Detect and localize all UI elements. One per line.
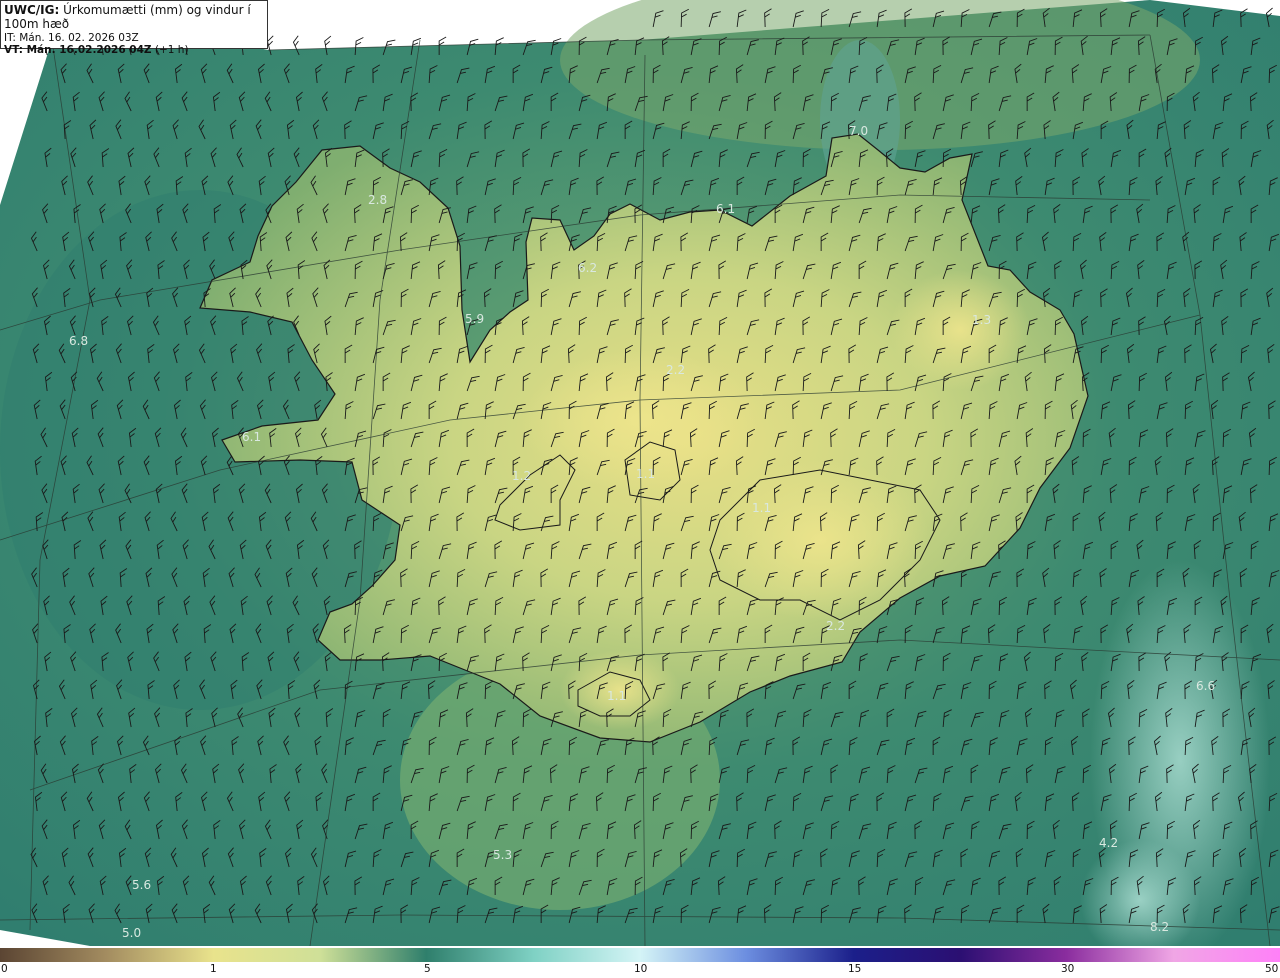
value-label: 6.8 bbox=[69, 334, 88, 348]
precipitation-wind-map: 7.0 2.8 6.1 6.2 5.9 6.8 2.2 1.3 6.1 1.2 … bbox=[0, 0, 1280, 946]
value-label: 2.2 bbox=[666, 363, 685, 377]
valid-time-line: VT: Mán. 16.02.2026 04Z (+1 h) bbox=[4, 44, 264, 57]
value-label: 4.2 bbox=[1099, 836, 1118, 850]
init-time: IT: Mán. 16. 02. 2026 03Z bbox=[4, 31, 139, 44]
colorbar-labels: 0 1 5 10 15 30 50 bbox=[0, 962, 1280, 978]
value-label: 2.2 bbox=[826, 619, 845, 633]
value-label: 1.3 bbox=[972, 313, 991, 327]
colorbar-tick: 1 bbox=[210, 963, 217, 975]
value-label: 5.3 bbox=[493, 848, 512, 862]
value-label: 8.2 bbox=[1150, 920, 1169, 934]
colorbar-tick: 5 bbox=[424, 963, 431, 975]
value-label: 1.1 bbox=[752, 501, 771, 515]
value-label: 7.0 bbox=[849, 124, 868, 138]
value-label: 6.6 bbox=[1196, 679, 1215, 693]
lead-time: (+1 h) bbox=[154, 44, 189, 57]
model-name: UWC/IG: bbox=[4, 3, 60, 17]
colorbar-tick: 30 bbox=[1061, 963, 1075, 975]
colorbar-tick: 50 bbox=[1265, 963, 1279, 975]
colorbar-tick: 10 bbox=[634, 963, 648, 975]
value-label: 5.6 bbox=[132, 878, 151, 892]
map-title-line: UWC/IG: Úrkomumætti (mm) og vindur í 100… bbox=[4, 3, 264, 32]
value-label: 1.1 bbox=[636, 467, 655, 481]
value-label: 6.1 bbox=[242, 430, 261, 444]
colorbar-tick: 0 bbox=[1, 963, 8, 975]
value-label: 6.1 bbox=[716, 202, 735, 216]
value-label: 1.2 bbox=[512, 469, 531, 483]
value-label: 5.0 bbox=[122, 926, 141, 940]
value-label: 5.9 bbox=[465, 312, 484, 326]
value-label: 6.2 bbox=[578, 261, 597, 275]
colorbar-tick: 15 bbox=[848, 963, 862, 975]
map-info-box: UWC/IG: Úrkomumætti (mm) og vindur í 100… bbox=[0, 0, 268, 56]
colorbar bbox=[0, 948, 1280, 962]
value-label: 1.1 bbox=[607, 689, 626, 703]
valid-time: Mán. 16.02.2026 04Z bbox=[26, 44, 152, 57]
value-label: 2.8 bbox=[368, 193, 387, 207]
valid-label: VT: bbox=[4, 44, 23, 57]
